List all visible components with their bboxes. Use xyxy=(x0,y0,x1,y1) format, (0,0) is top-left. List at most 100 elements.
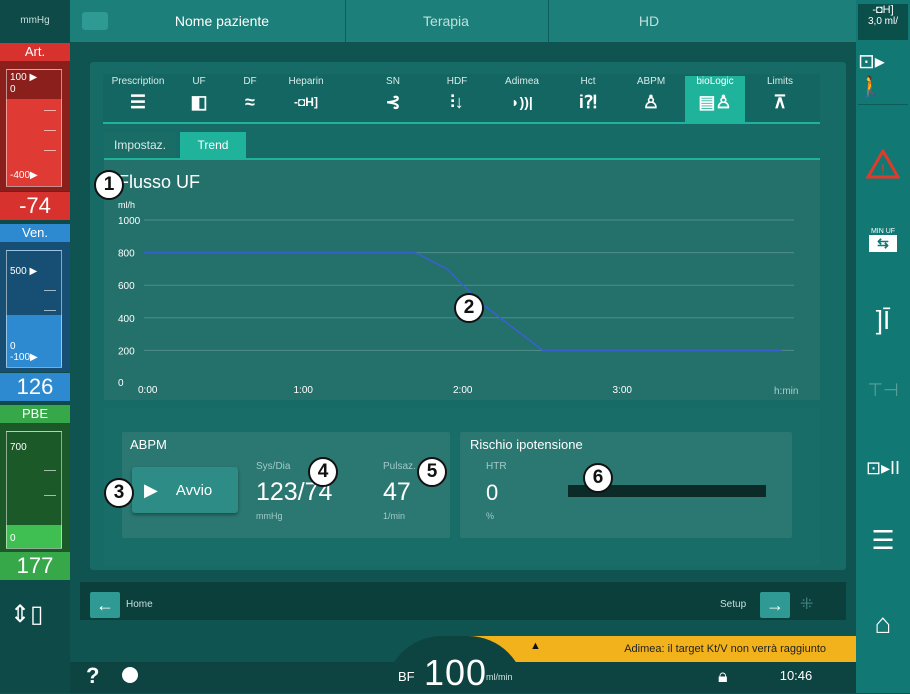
y-tick-label: 200 xyxy=(118,346,135,357)
hct-icon: i⁈ xyxy=(578,92,598,112)
home-button[interactable]: ⌂ xyxy=(858,596,908,652)
tab-label: SN xyxy=(386,76,400,87)
tab-label: Hct xyxy=(580,76,596,87)
patient-card-icon[interactable] xyxy=(82,12,108,30)
tab-df[interactable]: DF ≈ xyxy=(225,76,275,122)
tab-sn[interactable]: SN ⊰ xyxy=(368,76,418,122)
marker-5: 5 xyxy=(417,457,447,487)
bf-unit: ml/min xyxy=(486,672,513,682)
art-upper-limit: 100 ▶ xyxy=(10,72,38,83)
htr-value: 0 xyxy=(486,480,499,505)
bypass-button[interactable]: ⊤⊣ xyxy=(858,362,908,418)
warning-caret-icon: ▲ xyxy=(530,640,541,652)
x-tick-label: 2:00 xyxy=(453,385,473,396)
patient-disconnect-button[interactable]: ⊡▸🚶 xyxy=(858,46,908,102)
ven-lower-limit: -100▶ xyxy=(10,352,38,363)
ven-upper-limit: 500 ▶ xyxy=(10,266,38,277)
min-uf-button[interactable]: MIN UF ⇆ xyxy=(858,212,908,268)
ven-zero: 0 xyxy=(10,341,16,352)
list-icon: ☰ xyxy=(871,524,895,555)
adimea-icon: ◗))| xyxy=(511,94,533,110)
pause-button[interactable]: ⊡▸II xyxy=(858,440,908,496)
syringe-icon: -◘H] xyxy=(872,4,894,16)
help-icon[interactable]: ? xyxy=(86,663,99,689)
ven-value: 126 xyxy=(0,373,70,401)
grid-dots-icon: ⁜ xyxy=(800,596,814,613)
tab-patient-name[interactable]: Nome paziente xyxy=(122,0,322,42)
pressure-unit: mmHg xyxy=(20,15,50,26)
art-zero: 0 xyxy=(10,84,16,95)
tab-hd[interactable]: HD xyxy=(549,0,749,42)
rsep xyxy=(858,104,908,105)
tab-label: HDF xyxy=(446,76,468,87)
pbe-upper-limit: 700 xyxy=(10,442,27,453)
art-tick xyxy=(44,110,56,111)
min-uf-icon: MIN UF ⇆ xyxy=(869,228,897,252)
uf-flow-chart: 0 200 400 600 800 1000 0:00 1:00 2:00 3:00 xyxy=(118,216,794,396)
nav-home-label[interactable]: Home xyxy=(126,599,153,610)
df-wave-icon: ≈ xyxy=(245,92,255,112)
hdf-icon: ⫶↓ xyxy=(450,92,464,112)
y-tick-label: 600 xyxy=(118,281,135,292)
tab-uf[interactable]: UF ◧ xyxy=(174,76,224,122)
tab-biologic[interactable]: bioLogic ▤♙ xyxy=(685,76,745,124)
subtab-settings[interactable]: Impostaz. xyxy=(104,132,176,158)
back-arrow-button[interactable]: ← xyxy=(90,592,120,618)
art-tick xyxy=(44,150,56,151)
clock: 10:46 xyxy=(779,668,813,683)
play-icon: ▶ xyxy=(144,479,158,500)
timer-icon[interactable] xyxy=(122,667,138,683)
pulse-value: 47 xyxy=(383,478,411,506)
sysdia-unit: mmHg xyxy=(256,511,283,521)
tab-prescription[interactable]: Prescription ☰ xyxy=(104,76,172,122)
arrow-right-icon: → xyxy=(766,595,784,615)
abpm-start-label: Avvio xyxy=(175,481,213,499)
htr-unit: % xyxy=(486,511,495,521)
nav-setup-label[interactable]: Setup xyxy=(720,599,746,610)
bolus-button[interactable]: ]Ī xyxy=(858,292,908,348)
bolus-icon: ]Ī xyxy=(875,304,891,335)
risk-title: Rischio ipotensione xyxy=(470,437,583,452)
tab-label: ABPM xyxy=(636,76,666,87)
tab-abpm[interactable]: ABPM ♙ xyxy=(626,76,676,122)
forward-arrow-button[interactable]: → xyxy=(760,592,790,618)
lock-icon[interactable]: 🔒︎ xyxy=(718,666,728,687)
bf-value[interactable]: 100 xyxy=(424,652,487,694)
marker-1: 1 xyxy=(94,170,124,200)
bf-label: BF xyxy=(398,669,415,684)
arrow-left-icon: ← xyxy=(96,595,114,615)
syringe-icon: -◘H] xyxy=(294,95,318,109)
subtab-trend[interactable]: Trend xyxy=(180,132,246,158)
tab-therapy[interactable]: Terapia xyxy=(346,0,546,42)
biologic-icon: ▤♙ xyxy=(698,92,732,112)
alarm-button[interactable]: ! xyxy=(858,136,908,192)
warning-triangle-icon: ! xyxy=(866,149,900,179)
art-lower-limit: -400▶ xyxy=(10,170,38,181)
sliders-icon: ☰ xyxy=(129,92,147,112)
abpm-start-button[interactable]: ▶ Avvio xyxy=(132,467,238,513)
x-tick-label: 1:00 xyxy=(294,385,314,396)
menu-button[interactable]: ☰ xyxy=(858,512,908,568)
tab-adimea[interactable]: Adimea ◗))| xyxy=(497,76,547,122)
tab-label: DF xyxy=(243,76,257,87)
uf-readout-value: 3,0 ml/ xyxy=(867,16,898,27)
tab-hct[interactable]: Hct i⁈ xyxy=(563,76,613,122)
marker-6: 6 xyxy=(583,463,613,493)
tab-heparin[interactable]: Heparin -◘H] xyxy=(276,76,336,122)
pbe-zero: 0 xyxy=(10,533,16,544)
svg-text:!: ! xyxy=(881,161,885,177)
warning-banner[interactable]: Adimea: il target Kt/V non verrà raggiun… xyxy=(464,636,856,662)
pbe-tick xyxy=(44,470,56,471)
tab-hdf[interactable]: HDF ⫶↓ xyxy=(432,76,482,122)
y-tick-label: 1000 xyxy=(118,216,141,227)
marker-4: 4 xyxy=(308,457,338,487)
tab-limits[interactable]: Limits ⊼ xyxy=(752,76,808,122)
uf-readout: -◘H] 3,0 ml/ xyxy=(858,4,908,40)
level-adjust-icon[interactable]: ⇕▯ xyxy=(10,600,46,644)
tab-label: Adimea xyxy=(505,76,539,87)
x-tick-label: 3:00 xyxy=(613,385,633,396)
ven-tick xyxy=(44,310,56,311)
abpm-title: ABPM xyxy=(130,437,167,452)
tab-label: UF xyxy=(192,76,206,87)
tab-label: bioLogic xyxy=(696,76,734,87)
